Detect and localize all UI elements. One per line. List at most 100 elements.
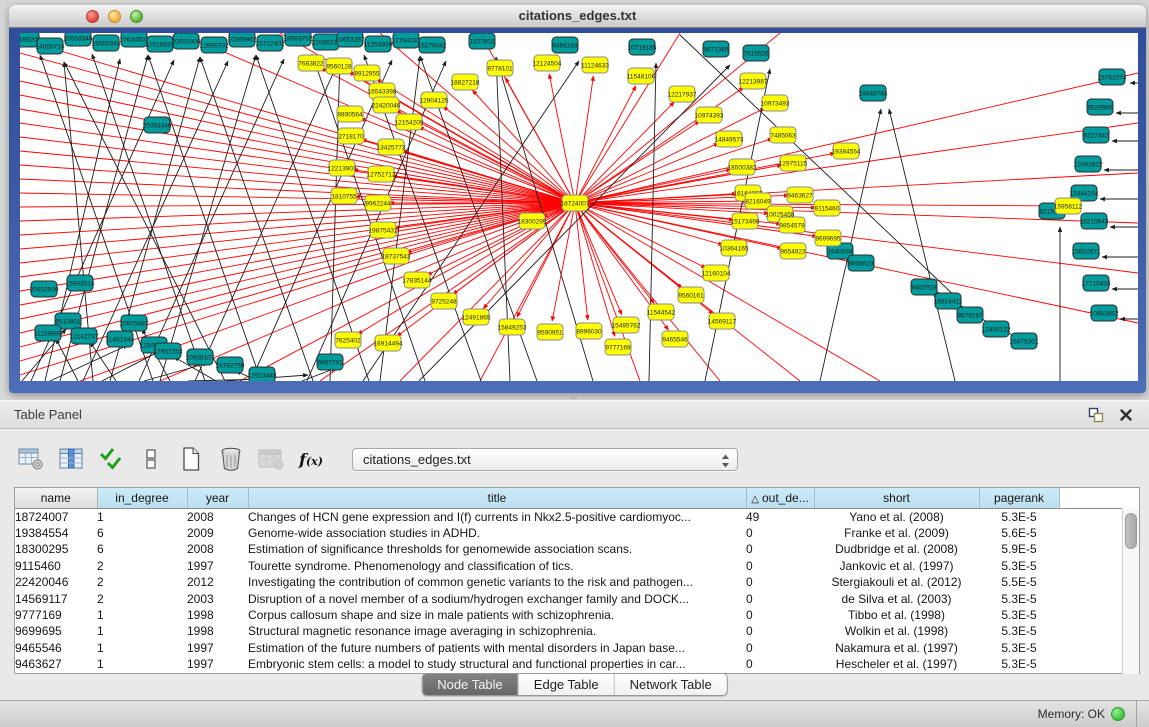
cell-name[interactable]: 9777169 (15, 607, 97, 623)
graph-node[interactable]: 16210643 (1080, 213, 1109, 229)
tab-node-table[interactable]: Node Table (422, 674, 518, 695)
graph-node[interactable]: 13425773 (377, 139, 406, 155)
graph-node[interactable]: 12764032 (392, 33, 421, 48)
select-all-button[interactable] (94, 442, 128, 476)
cell-title[interactable]: Changes of HCN gene expression and I(f) … (248, 508, 746, 525)
cell-out_degree[interactable]: 0 (746, 623, 814, 639)
graph-node[interactable]: 7615526 (743, 45, 769, 61)
graph-node[interactable]: 10653287 (336, 33, 365, 47)
graph-node[interactable]: 14569117 (708, 313, 737, 329)
table-scrollbar-thumb[interactable] (1125, 513, 1137, 549)
cell-year[interactable]: 1998 (187, 623, 248, 639)
column-header-name[interactable]: name (15, 488, 97, 508)
graph-node[interactable]: 1810755 (331, 188, 357, 204)
graph-node[interactable]: 11124633 (581, 57, 609, 73)
cell-title[interactable]: Embryonic stem cells: a model to study s… (248, 656, 746, 672)
cell-title[interactable]: Structural magnetic resonance image aver… (248, 623, 746, 639)
graph-node[interactable]: 12154209 (395, 114, 424, 130)
tab-edge-table[interactable]: Edge Table (518, 674, 614, 695)
cell-pagerank[interactable]: 5.3E-5 (979, 558, 1059, 574)
graph-node[interactable]: 10975887 (120, 315, 149, 331)
cell-in_degree[interactable]: 2 (97, 591, 187, 607)
graph-node[interactable]: 12450122 (982, 321, 1011, 337)
graph-node[interactable]: 9654923 (780, 243, 806, 259)
column-header-in_degree[interactable]: in_degree (97, 488, 187, 508)
graph-node[interactable]: 10958107 (186, 349, 215, 365)
table-row[interactable]: 911546021997Tourette syndrome. Phenomeno… (15, 558, 1122, 574)
graph-node[interactable]: 19875431 (369, 222, 398, 238)
graph-node[interactable]: 20603500 (30, 281, 59, 297)
cell-pagerank[interactable]: 5.3E-5 (979, 607, 1059, 623)
graph-node[interactable]: 16782759 (216, 357, 245, 373)
cell-year[interactable]: 2012 (187, 574, 248, 590)
cell-short[interactable]: de Silva et al. (2003) (814, 591, 979, 607)
cell-pagerank[interactable]: 5.3E-5 (979, 623, 1059, 639)
graph-node[interactable]: 9463627 (787, 187, 813, 203)
graph-node[interactable]: 12904125 (420, 92, 449, 108)
graph-node[interactable]: 10369862 (228, 33, 257, 47)
graph-node[interactable]: 15173498 (731, 213, 760, 229)
column-header-out_degree[interactable]: △out_de... (746, 488, 814, 508)
graph-node[interactable]: 9671385 (703, 41, 729, 57)
graph-node[interactable]: 9699695 (815, 230, 841, 246)
graph-node[interactable]: 15893514 (66, 275, 95, 291)
graph-node[interactable]: 9890564 (337, 106, 363, 122)
cell-in_degree[interactable]: 6 (97, 525, 187, 541)
cell-title[interactable]: Tourette syndrome. Phenomenology and cla… (248, 558, 746, 574)
graph-node[interactable]: 20553346 (64, 33, 93, 46)
table-mode-button[interactable] (14, 442, 48, 476)
memory-status-indicator[interactable] (1111, 707, 1125, 721)
cell-year[interactable]: 1997 (187, 656, 248, 672)
graph-node[interactable]: 8958923 (848, 255, 874, 271)
graph-node[interactable]: 18737543 (382, 248, 411, 264)
graph-node[interactable]: 9590951 (537, 324, 563, 340)
cell-year[interactable]: 1997 (187, 640, 248, 656)
column-header-title[interactable]: title (248, 488, 746, 508)
cell-pagerank[interactable]: 5.3E-5 (979, 508, 1059, 525)
graph-node[interactable]: 18827218 (451, 74, 480, 90)
graph-node[interactable]: 20691406 (172, 33, 201, 49)
table-row[interactable]: 946554611997Estimation of the future num… (15, 640, 1122, 656)
graph-node[interactable]: 9725248 (431, 293, 457, 309)
cell-in_degree[interactable]: 6 (97, 541, 187, 557)
table-row[interactable]: 1830029562008Estimation of significance … (15, 541, 1122, 557)
cell-name[interactable]: 9465546 (15, 640, 97, 656)
cell-title[interactable]: Corpus callosum shape and size in male p… (248, 607, 746, 623)
cell-in_degree[interactable]: 2 (97, 574, 187, 590)
cell-year[interactable]: 1997 (187, 558, 248, 574)
table-selector[interactable]: citations_edges.txt (352, 448, 738, 471)
graph-node[interactable]: 11156889 (34, 325, 62, 341)
graph-node[interactable]: 19384554 (832, 143, 861, 159)
graph-node[interactable]: 15722402 (256, 35, 285, 51)
graph-node[interactable]: 10683662 (1090, 305, 1119, 321)
graph-node[interactable]: 12217937 (668, 86, 697, 102)
graph-node[interactable]: 14849573 (715, 131, 744, 147)
cell-name[interactable]: 9463627 (15, 656, 97, 672)
graph-node[interactable]: 14055714 (36, 38, 65, 54)
cell-short[interactable]: Wolkin et al. (1998) (814, 623, 979, 639)
graph-node[interactable]: 9529966 (1087, 99, 1113, 115)
graph-node[interactable]: 12124504 (533, 55, 562, 71)
graph-node[interactable]: 15849253 (498, 319, 527, 335)
graph-node[interactable]: 15495762 (612, 317, 641, 333)
cell-year[interactable]: 2003 (187, 591, 248, 607)
cell-name[interactable]: 19384554 (15, 525, 97, 541)
cell-out_degree[interactable]: 0 (746, 656, 814, 672)
cell-in_degree[interactable]: 2 (97, 558, 187, 574)
graph-node[interactable]: 9467919 (911, 279, 937, 295)
cell-out_degree[interactable]: 0 (746, 640, 814, 656)
graph-node[interactable]: 9857791 (317, 354, 343, 370)
graph-node[interactable]: 9560128 (326, 58, 352, 74)
cell-pagerank[interactable]: 5.6E-5 (979, 525, 1059, 541)
cell-name[interactable]: 14569117 (15, 591, 97, 607)
graph-node[interactable]: 9679197 (957, 307, 983, 323)
graph-node[interactable]: 15276042 (418, 37, 447, 53)
cell-title[interactable]: Genome-wide association studies in ADHD. (248, 525, 746, 541)
network-window-titlebar[interactable]: citations_edges.txt (9, 5, 1146, 28)
graph-node[interactable]: 12142737 (70, 328, 99, 344)
graph-node[interactable]: 9777169 (605, 339, 631, 355)
cell-short[interactable]: Stergiakouli et al. (2012) (814, 574, 979, 590)
clear-selection-button[interactable] (134, 442, 168, 476)
show-columns-button[interactable] (54, 442, 88, 476)
graph-node[interactable]: 9854579 (779, 217, 805, 233)
